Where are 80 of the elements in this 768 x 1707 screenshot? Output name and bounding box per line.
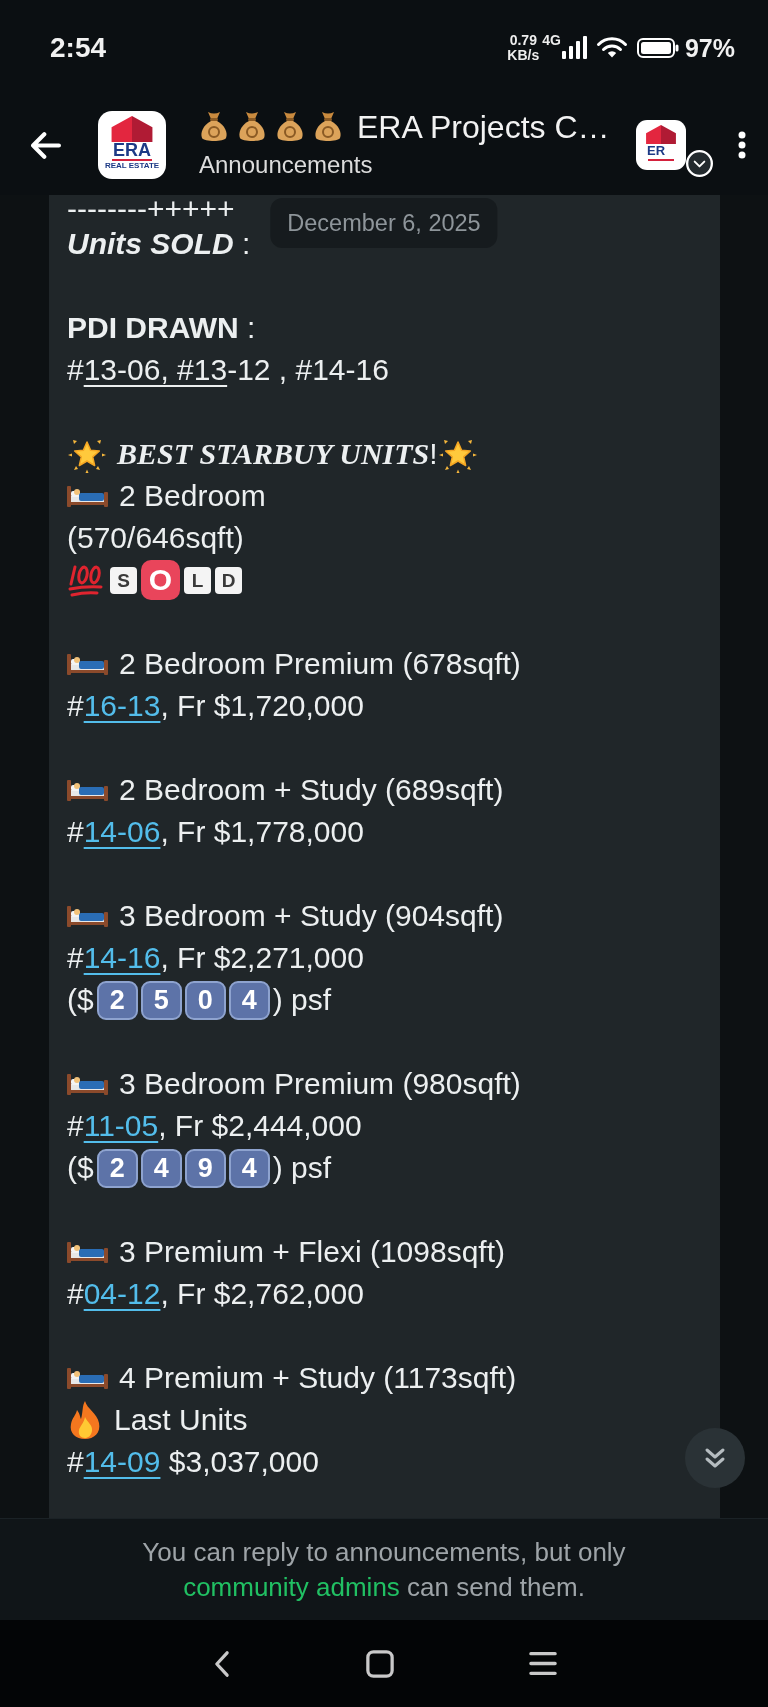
message-text: (570/646sqft) <box>67 520 244 556</box>
letter-tile: D <box>215 566 242 594</box>
keycap-digit: 0 <box>184 980 226 1020</box>
message-text: PDI DRAWN : <box>67 310 256 346</box>
bed-icon <box>67 1073 108 1095</box>
sack-icon <box>199 111 229 143</box>
double-chevron-icon <box>704 1447 726 1469</box>
unit-type-text: 4 Premium + Study (1173sqft) <box>119 1360 517 1396</box>
unit-link[interactable]: 11-05 <box>83 1109 159 1142</box>
price-text: ) psf <box>272 982 332 1018</box>
network-speed-text: 0.79 <box>509 32 537 48</box>
unit-number-text: #04-12, Fr $2,762,000 <box>67 1276 364 1312</box>
battery-icon <box>636 37 679 58</box>
more-options-icon[interactable] <box>738 131 746 159</box>
message-text: Units SOLD : <box>67 226 251 262</box>
network-type-text: 4G <box>542 32 561 47</box>
roof-icon <box>111 116 153 142</box>
unit-type-text: 2 Bedroom <box>119 478 266 514</box>
message-text: --------+++++ <box>67 195 235 223</box>
logo-text: ER <box>647 144 666 157</box>
sack-icon <box>237 111 267 143</box>
headline-text: BEST STARBUY UNITS! <box>117 436 438 472</box>
bed-icon <box>67 1241 108 1263</box>
chevron-badge-icon[interactable] <box>686 150 713 177</box>
roof-icon <box>646 125 676 144</box>
chat-title: ERA Projects C… <box>357 110 610 144</box>
wifi-icon <box>595 37 628 58</box>
unit-type-text: 2 Bedroom + Study (689sqft) <box>119 772 504 808</box>
signal-icon <box>561 36 588 59</box>
keycap-digit: 4 <box>140 1148 182 1188</box>
bed-icon <box>67 779 108 801</box>
chat-subtitle: Announcements <box>199 150 374 180</box>
unit-link[interactable]: 04-12 <box>83 1277 161 1310</box>
unit-type-text: 2 Bedroom Premium (678sqft) <box>119 646 521 682</box>
letter-tile: S <box>110 566 137 594</box>
unit-number-text: #16-13, Fr $1,720,000 <box>67 688 364 724</box>
back-icon[interactable] <box>31 131 61 159</box>
sack-icon <box>313 111 343 143</box>
unit-link[interactable]: 16-13 <box>83 689 161 722</box>
letter-tile: O <box>141 560 180 600</box>
community-avatar[interactable]: ER <box>636 120 686 170</box>
keycap-digit: 4 <box>228 980 270 1020</box>
bed-icon <box>67 653 108 675</box>
unit-link[interactable]: 14-06 <box>83 815 161 848</box>
letter-tile: L <box>184 566 211 594</box>
price-text: ($ <box>67 1150 94 1186</box>
label-text: Last Units <box>114 1402 248 1438</box>
unit-link[interactable]: 13-06, #13 <box>83 353 228 386</box>
community-admins-link[interactable]: community admins <box>183 1572 400 1602</box>
unit-number-text: #14-09 $3,037,000 <box>67 1444 319 1480</box>
unit-number-text: #11-05, Fr $2,444,000 <box>67 1108 362 1144</box>
unit-type-text: 3 Premium + Flexi (1098sqft) <box>119 1234 505 1270</box>
bed-icon <box>67 485 108 507</box>
status-time: 2:54 <box>50 31 107 64</box>
unit-link[interactable]: 14-16 <box>83 941 161 974</box>
unit-number-text: #13-06, #13-12 , #14-16 <box>67 352 389 388</box>
unit-number-text: #14-06, Fr $1,778,000 <box>67 814 364 850</box>
price-text: ($ <box>67 982 94 1018</box>
unit-link[interactable]: 14-09 <box>83 1445 161 1478</box>
price-text: ) psf <box>272 1150 332 1186</box>
logo-tagline: REAL ESTATE <box>104 161 160 170</box>
nav-home-icon[interactable] <box>365 1649 394 1678</box>
sack-icon <box>275 111 305 143</box>
speed-unit-text: KB/s <box>507 47 540 63</box>
date-chip: December 6, 2025 <box>270 198 498 248</box>
battery-percent: 97% <box>684 32 735 63</box>
group-avatar[interactable]: ERA REAL ESTATE <box>98 111 166 179</box>
notice-text: You can reply to announcements, but only community admins can send them. <box>141 1536 627 1604</box>
unit-type-text: 3 Bedroom Premium (980sqft) <box>119 1066 521 1102</box>
nav-recents-icon[interactable] <box>528 1651 557 1676</box>
bed-icon <box>67 905 108 927</box>
keycap-digit: 5 <box>140 980 182 1020</box>
unit-type-text: 3 Bedroom + Study (904sqft) <box>119 898 504 934</box>
keycap-digit: 4 <box>228 1148 270 1188</box>
unit-number-text: #14-16, Fr $2,271,000 <box>67 940 364 976</box>
keycap-digit: 2 <box>96 980 138 1020</box>
logo-text: ERA <box>113 143 151 158</box>
keycap-digit: 9 <box>184 1148 226 1188</box>
bed-icon <box>67 1367 108 1389</box>
keycap-digit: 2 <box>96 1148 138 1188</box>
